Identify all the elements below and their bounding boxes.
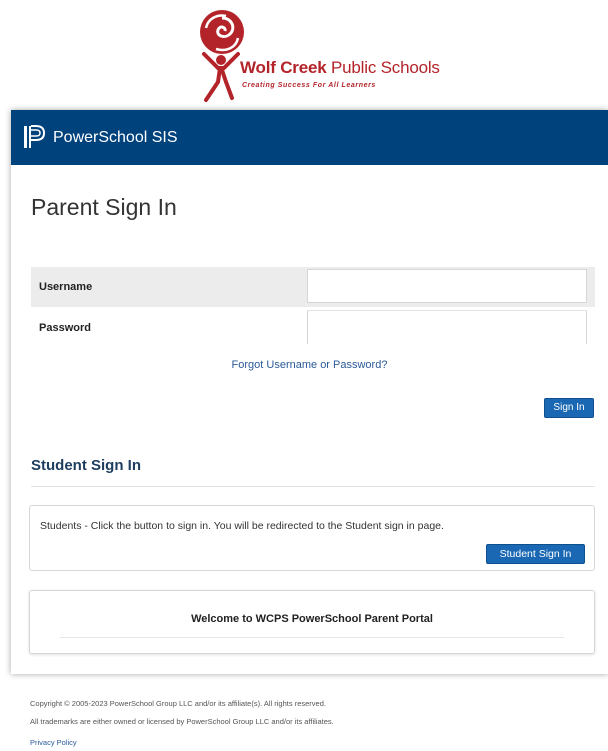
district-name-bold: Wolf Creek	[240, 58, 327, 77]
student-sign-in-button[interactable]: Student Sign In	[486, 544, 585, 564]
sign-in-button[interactable]: Sign In	[544, 398, 594, 418]
username-label: Username	[39, 281, 93, 293]
password-label: Password	[39, 322, 91, 334]
header-bar: PowerSchool SIS	[11, 110, 608, 165]
password-input[interactable]	[307, 310, 587, 344]
section-divider	[31, 486, 595, 487]
product-title: PowerSchool SIS	[53, 129, 178, 146]
privacy-policy-link[interactable]: Privacy Policy	[30, 738, 77, 747]
wolf-creek-swirl-figure-logo-icon	[200, 10, 244, 102]
username-input[interactable]	[307, 269, 587, 303]
student-instructions: Students - Click the button to sign in. …	[40, 520, 444, 532]
page-title: Parent Sign In	[31, 194, 177, 220]
student-section-title: Student Sign In	[31, 457, 141, 474]
copyright-text: Copyright © 2005-2023 PowerSchool Group …	[30, 699, 326, 708]
forgot-credentials-link[interactable]: Forgot Username or Password?	[11, 359, 608, 371]
welcome-message: Welcome to WCPS PowerSchool Parent Porta…	[191, 613, 433, 625]
trademark-text: All trademarks are either owned or licen…	[30, 717, 334, 726]
password-row: Password	[31, 308, 595, 348]
student-sign-in-box: Students - Click the button to sign in. …	[29, 505, 595, 571]
welcome-divider	[60, 637, 564, 638]
username-row: Username	[31, 267, 595, 307]
district-logo: Wolf Creek Public Schools Creating Succe…	[192, 8, 440, 104]
district-name: Wolf Creek Public Schools	[240, 58, 440, 78]
district-name-rest: Public Schools	[326, 58, 440, 77]
powerschool-p-icon	[24, 125, 45, 148]
sign-in-card: PowerSchool SIS Parent Sign In Username …	[11, 110, 608, 674]
district-tagline: Creating Success For All Learners	[242, 82, 376, 89]
welcome-box: Welcome to WCPS PowerSchool Parent Porta…	[29, 590, 595, 654]
